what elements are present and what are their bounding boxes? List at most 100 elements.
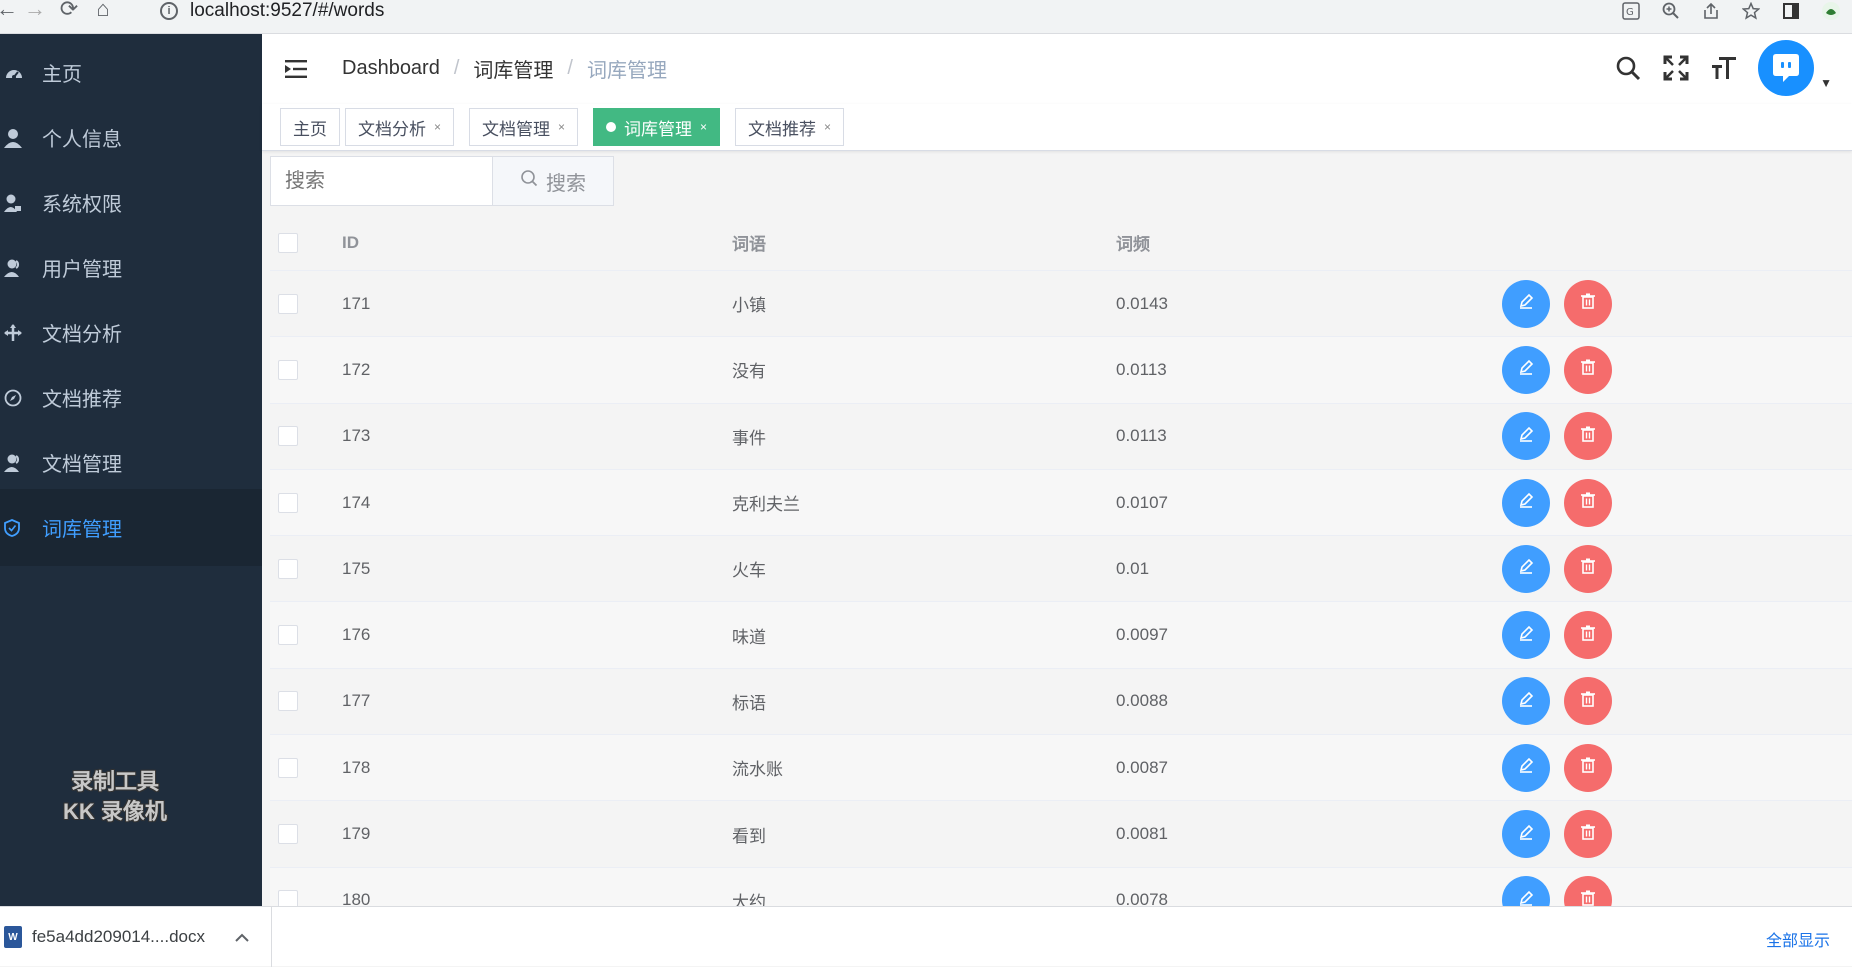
translate-icon[interactable]: G <box>1620 0 1642 22</box>
breadcrumb-separator: / <box>567 57 573 79</box>
edit-button[interactable] <box>1502 743 1550 792</box>
peoples-icon <box>0 453 42 473</box>
row-checkbox[interactable] <box>278 558 298 579</box>
table-row: 171 小镇 0.0143 <box>270 271 1852 338</box>
delete-button[interactable] <box>1564 810 1612 859</box>
download-item[interactable]: W fe5a4dd209014....docx <box>0 907 272 967</box>
search-input[interactable] <box>270 156 492 206</box>
delete-button[interactable] <box>1564 743 1612 792</box>
table-row: 174 克利夫兰 0.0107 <box>270 469 1852 537</box>
edit-icon <box>1517 358 1535 381</box>
dashboard-icon <box>0 63 42 83</box>
profile-icon[interactable] <box>1820 0 1842 22</box>
tag-label: 文档分析 <box>358 119 426 139</box>
cell-frequency: 0.0097 <box>1116 625 1168 645</box>
row-checkbox[interactable] <box>278 293 298 314</box>
breadcrumb-dashboard[interactable]: Dashboard <box>342 57 440 80</box>
font-size-icon[interactable] <box>1710 54 1738 82</box>
avatar[interactable] <box>1758 40 1815 96</box>
download-bar: W fe5a4dd209014....docx 全部显示 <box>0 906 1852 967</box>
cell-id: 173 <box>342 426 371 446</box>
delete-button[interactable] <box>1564 478 1612 527</box>
row-checkbox[interactable] <box>278 426 298 447</box>
close-icon[interactable]: × <box>700 120 707 134</box>
cell-word: 克利夫兰 <box>732 495 800 515</box>
column-header-id[interactable]: ID <box>342 233 359 253</box>
tag-doc-manage[interactable]: 文档管理 × <box>469 108 579 146</box>
row-checkbox[interactable] <box>278 824 298 845</box>
delete-icon <box>1579 358 1597 381</box>
delete-button[interactable] <box>1564 544 1612 593</box>
url-text: localhost:9527/#/words <box>190 0 385 21</box>
zoom-icon[interactable] <box>1660 0 1682 22</box>
edit-button[interactable] <box>1502 810 1550 859</box>
sidebar-item-label: 主页 <box>42 64 82 86</box>
search-button[interactable]: 搜索 <box>492 156 614 206</box>
sidepanel-icon[interactable] <box>1780 0 1802 22</box>
select-all-checkbox[interactable] <box>278 232 298 253</box>
search-icon[interactable] <box>1614 54 1642 82</box>
chevron-up-icon[interactable] <box>235 927 249 947</box>
cell-frequency: 0.0088 <box>1116 691 1168 711</box>
row-actions <box>1502 345 1612 394</box>
sidebar-item-lexicon[interactable]: 词库管理 <box>0 489 262 566</box>
delete-button[interactable] <box>1564 279 1612 328</box>
compass-icon <box>0 389 42 407</box>
row-checkbox[interactable] <box>278 359 298 380</box>
cell-id: 179 <box>342 824 371 844</box>
edit-button[interactable] <box>1502 412 1550 461</box>
sidebar-item-label: 文档推荐 <box>42 389 122 411</box>
delete-button[interactable] <box>1564 412 1612 461</box>
row-actions <box>1502 810 1612 859</box>
tags-view: 主页 文档分析 × 文档管理 × 词库管理 × 文档推荐 × <box>262 104 1852 151</box>
sidebar-item-label: 用户管理 <box>42 259 122 281</box>
user-icon <box>0 128 42 148</box>
breadcrumb-lexicon-parent[interactable]: 词库管理 <box>473 54 553 83</box>
peoples-icon <box>0 258 42 278</box>
tag-doc-analysis[interactable]: 文档分析 × <box>345 108 455 146</box>
cell-word: 事件 <box>732 428 766 448</box>
share-icon[interactable] <box>1700 0 1722 22</box>
tag-home[interactable]: 主页 <box>280 108 340 146</box>
watermark-line1: 录制工具 <box>70 769 159 794</box>
words-table: ID 词语 词频 171 小镇 0.0143 172 没有 0.0113 173 事件 0.01… <box>270 215 1852 934</box>
show-all-link[interactable]: 全部显示 <box>1766 927 1830 951</box>
tag-lexicon[interactable]: 词库管理 × <box>593 108 721 146</box>
hamburger-icon[interactable] <box>284 56 310 82</box>
cell-frequency: 0.0081 <box>1116 824 1168 844</box>
edit-button[interactable] <box>1502 677 1550 726</box>
bookmark-star-icon[interactable] <box>1740 0 1762 22</box>
delete-button[interactable] <box>1564 345 1612 394</box>
table-body: 171 小镇 0.0143 172 没有 0.0113 173 事件 0.0113 174 克利夫兰… <box>270 271 1852 934</box>
info-icon[interactable]: i <box>160 2 178 20</box>
row-checkbox[interactable] <box>278 625 298 646</box>
back-arrow-icon[interactable]: ← <box>0 0 22 24</box>
caret-down-icon[interactable]: ▼ <box>1820 76 1832 90</box>
column-header-word[interactable]: 词语 <box>732 230 766 255</box>
edit-button[interactable] <box>1502 345 1550 394</box>
delete-button[interactable] <box>1564 677 1612 726</box>
row-checkbox[interactable] <box>278 691 298 712</box>
edit-button[interactable] <box>1502 478 1550 527</box>
delete-button[interactable] <box>1564 611 1612 660</box>
edit-icon <box>1517 491 1535 514</box>
tag-doc-recommend[interactable]: 文档推荐 × <box>735 108 845 146</box>
close-icon[interactable]: × <box>558 120 565 134</box>
sidebar-item-label: 文档分析 <box>42 324 122 346</box>
edit-button[interactable] <box>1502 611 1550 660</box>
table-row: 175 火车 0.01 <box>270 536 1852 603</box>
search-button-label: 搜索 <box>546 172 586 195</box>
forward-arrow-icon[interactable]: → <box>20 0 50 24</box>
home-icon[interactable]: ⌂ <box>88 0 118 24</box>
edit-button[interactable] <box>1502 279 1550 328</box>
cell-id: 176 <box>342 625 371 645</box>
edit-button[interactable] <box>1502 544 1550 593</box>
reload-icon[interactable]: ⟳ <box>54 0 84 24</box>
close-icon[interactable]: × <box>434 120 441 134</box>
row-checkbox[interactable] <box>278 492 298 513</box>
address-bar[interactable]: i localhost:9527/#/words <box>160 0 384 22</box>
column-header-frequency[interactable]: 词频 <box>1116 230 1150 255</box>
close-icon[interactable]: × <box>824 120 831 134</box>
row-checkbox[interactable] <box>278 757 298 778</box>
fullscreen-icon[interactable] <box>1662 54 1690 82</box>
